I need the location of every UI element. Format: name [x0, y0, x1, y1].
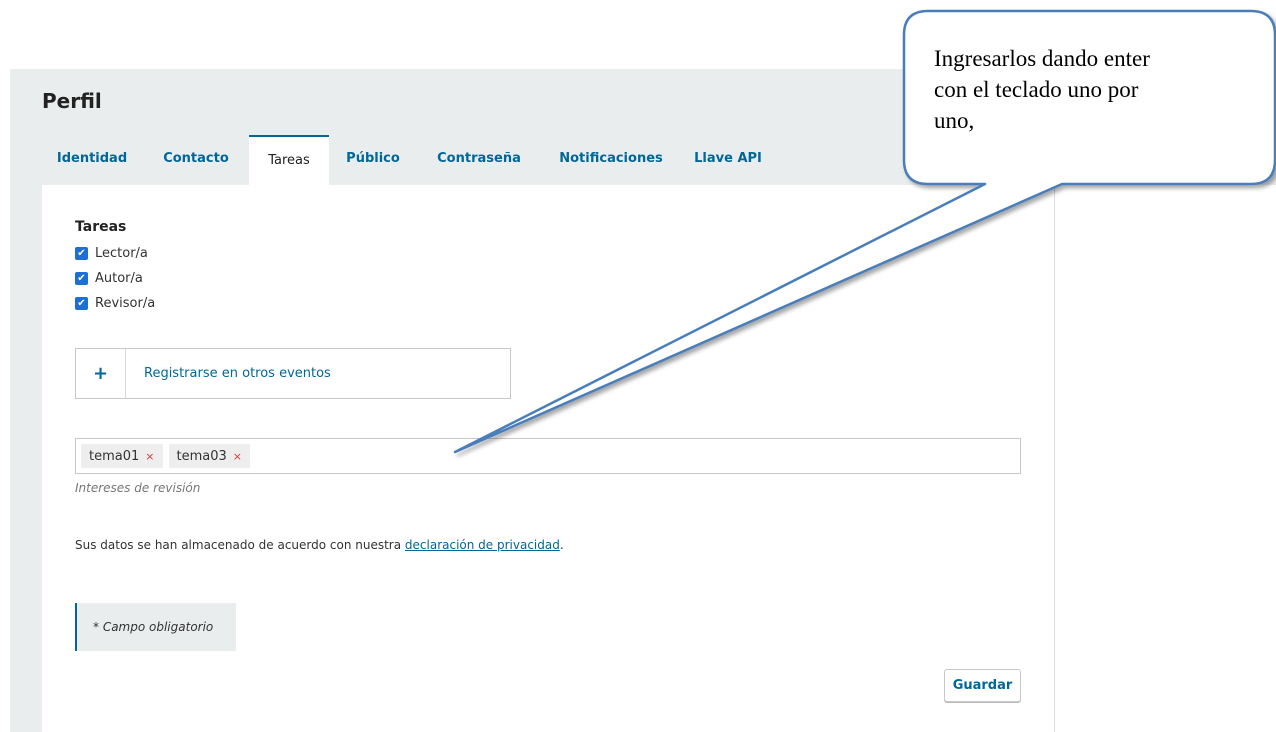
- checkbox-checked-icon[interactable]: ✔: [75, 246, 88, 260]
- callout-line: Ingresarlos dando enter: [934, 46, 1150, 71]
- role-label: Lector/a: [95, 245, 148, 261]
- role-label: Autor/a: [95, 270, 143, 286]
- plus-icon: +: [76, 349, 126, 398]
- tab-contrasena[interactable]: Contraseña: [423, 135, 535, 185]
- remove-tag-icon[interactable]: ×: [233, 450, 242, 463]
- interest-tag-label: tema01: [89, 448, 140, 464]
- page-title: Perfil: [42, 89, 102, 113]
- callout-text: Ingresarlos dando enter con el teclado u…: [934, 43, 1269, 136]
- panel-divider: [1054, 185, 1055, 732]
- review-interests-description: Intereses de revisión: [75, 481, 201, 495]
- role-label: Revisor/a: [95, 295, 156, 311]
- tab-notificaciones[interactable]: Notificaciones: [541, 135, 681, 185]
- privacy-suffix: .: [559, 538, 564, 552]
- required-field-note: * Campo obligatorio: [75, 603, 236, 651]
- interest-tag: tema03 ×: [168, 444, 250, 468]
- interest-tag: tema01 ×: [81, 444, 163, 468]
- privacy-link[interactable]: declaración de privacidad: [405, 538, 560, 552]
- role-autor[interactable]: ✔ Autor/a: [75, 269, 143, 287]
- tab-identidad[interactable]: Identidad: [42, 135, 142, 185]
- register-other-events-button[interactable]: + Registrarse en otros eventos: [75, 348, 511, 399]
- tab-publico[interactable]: Público: [333, 135, 413, 185]
- tab-llave-api[interactable]: Llave API: [685, 135, 771, 185]
- callout-line: con el teclado uno por: [934, 77, 1139, 102]
- tab-contacto[interactable]: Contacto: [148, 135, 244, 185]
- register-other-events-label: Registrarse en otros eventos: [144, 366, 331, 381]
- checkbox-checked-icon[interactable]: ✔: [75, 296, 88, 310]
- privacy-statement: Sus datos se han almacenado de acuerdo c…: [75, 538, 564, 552]
- tab-tareas[interactable]: Tareas: [249, 135, 329, 185]
- role-lector[interactable]: ✔ Lector/a: [75, 244, 148, 262]
- save-button[interactable]: Guardar: [944, 669, 1021, 702]
- remove-tag-icon[interactable]: ×: [145, 450, 154, 463]
- callout-line: uno,: [934, 108, 975, 133]
- privacy-text: Sus datos se han almacenado de acuerdo c…: [75, 538, 405, 552]
- left-gutter: [10, 185, 42, 732]
- roles-title: Tareas: [75, 219, 127, 235]
- interest-tag-label: tema03: [176, 448, 227, 464]
- review-interests-input[interactable]: tema01 × tema03 ×: [75, 438, 1021, 474]
- role-revisor[interactable]: ✔ Revisor/a: [75, 294, 155, 312]
- checkbox-checked-icon[interactable]: ✔: [75, 271, 88, 285]
